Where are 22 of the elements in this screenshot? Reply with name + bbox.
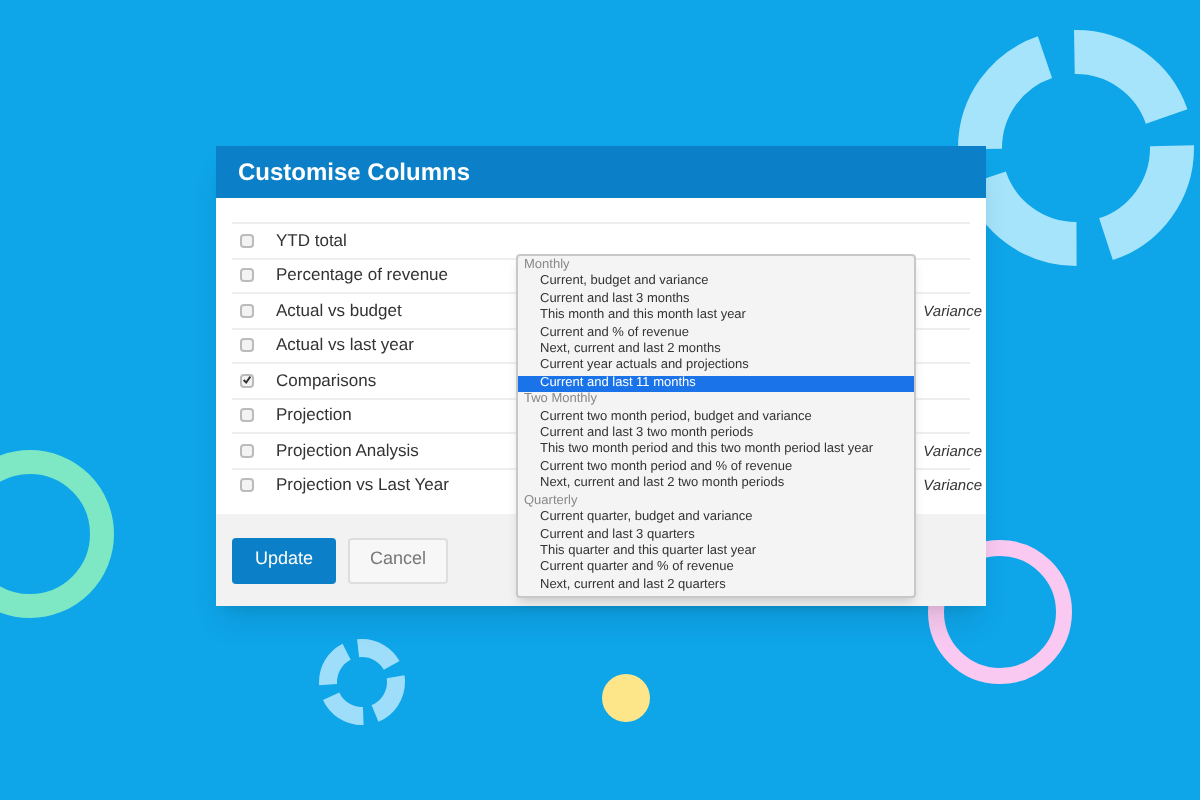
column-label: YTD total <box>276 227 347 254</box>
cancel-button[interactable]: Cancel <box>348 537 448 583</box>
checkbox[interactable] <box>240 233 254 248</box>
column-label: Comparisons <box>276 367 377 394</box>
checkbox[interactable] <box>240 338 254 353</box>
checkbox[interactable] <box>240 478 254 493</box>
column-label: Projection Analysis <box>276 437 419 464</box>
update-button[interactable]: Update <box>232 537 336 583</box>
checkbox[interactable] <box>240 443 254 458</box>
checkbox[interactable] <box>240 303 254 318</box>
column-label: Actual vs budget <box>276 297 402 324</box>
ring-decoration-icon <box>956 28 1196 268</box>
column-label: Projection <box>276 402 352 429</box>
dialog-title: Customise Columns <box>238 156 471 190</box>
checkbox[interactable] <box>240 373 254 388</box>
ring-decoration-icon <box>316 636 408 728</box>
column-label: Percentage of revenue <box>276 262 449 289</box>
column-label: Actual vs last year <box>276 332 414 359</box>
checkbox[interactable] <box>240 408 254 423</box>
dot-decoration-icon <box>600 672 652 724</box>
column-label: Projection vs Last Year <box>276 472 449 499</box>
checkbox[interactable] <box>240 268 254 283</box>
